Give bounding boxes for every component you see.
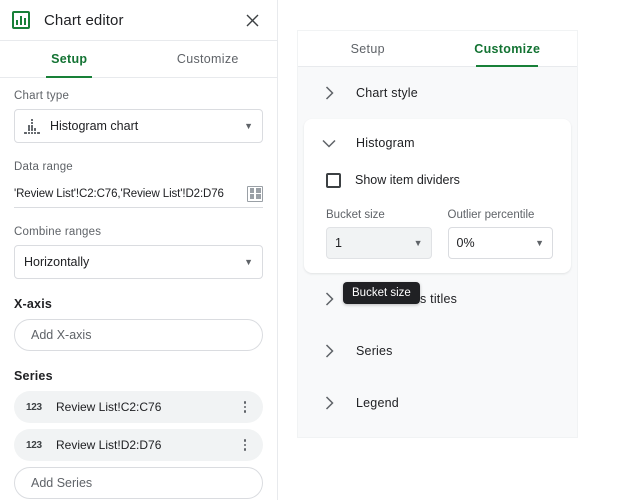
section-histogram-header[interactable]: Histogram — [304, 119, 571, 167]
outlier-percentile-value: 0% — [456, 236, 475, 250]
bar-chart-icon — [12, 11, 30, 29]
right-tab-setup-label: Setup — [350, 41, 385, 56]
chevron-down-icon: ▼ — [244, 121, 253, 131]
bucket-size-label: Bucket size — [326, 209, 385, 221]
left-panel-tabs: Setup Customize — [0, 40, 277, 78]
chevron-down-icon — [320, 139, 338, 148]
histogram-icon — [24, 118, 40, 134]
add-x-axis-label: Add X-axis — [31, 328, 92, 342]
section-series-label: Series — [356, 344, 393, 358]
add-x-axis-button[interactable]: Add X-axis — [14, 319, 263, 351]
x-axis-heading: X-axis — [14, 297, 53, 311]
outlier-percentile-group: Outlier percentile 0% ▼ — [447, 209, 553, 259]
right-tab-customize-label: Customize — [474, 41, 541, 56]
section-chart-style[interactable]: Chart style — [298, 67, 577, 119]
section-chart-axis-titles[interactable]: Chart & axis titles — [298, 273, 577, 325]
right-tab-setup[interactable]: Setup — [298, 31, 438, 66]
chevron-down-icon: ▼ — [244, 257, 253, 267]
chart-type-select[interactable]: Histogram chart ▼ — [14, 109, 263, 143]
tab-customize-label: Customize — [176, 52, 239, 66]
right-panel-tabs: Setup Customize — [298, 31, 577, 67]
customize-panel: Setup Customize Chart style Histogram Sh… — [297, 30, 578, 438]
page-title: Chart editor — [44, 11, 124, 29]
series-item-label: Review List!C2:C76 — [56, 400, 162, 414]
chevron-down-icon: ▼ — [413, 238, 423, 248]
more-vert-icon[interactable] — [235, 435, 255, 455]
bucket-size-tooltip: Bucket size — [343, 282, 420, 304]
chart-editor-left-panel: Chart editor Setup Customize Chart type — [0, 0, 278, 500]
setup-form: Chart type Histogram chart ▼ Data range … — [0, 78, 277, 499]
right-tab-customize[interactable]: Customize — [438, 31, 578, 66]
histogram-options-row: Bucket size 1 ▼ Outlier percentile 0% ▼ — [304, 193, 571, 259]
add-series-label: Add Series — [31, 476, 93, 490]
chart-editor-screen: Chart editor Setup Customize Chart type — [0, 0, 628, 500]
number-type-icon: 123 — [26, 401, 42, 413]
section-legend-label: Legend — [356, 396, 399, 410]
outlier-percentile-select[interactable]: 0% ▼ — [447, 227, 553, 259]
series-item-label: Review List!D2:D76 — [56, 438, 162, 452]
section-chart-style-label: Chart style — [356, 86, 418, 100]
bucket-size-value: 1 — [335, 236, 342, 250]
combine-ranges-select[interactable]: Horizontally ▼ — [14, 245, 263, 279]
section-histogram-label: Histogram — [356, 136, 415, 150]
data-range-label: Data range — [14, 161, 73, 173]
bucket-size-group: Bucket size 1 ▼ — [326, 209, 432, 259]
tab-setup-label: Setup — [51, 52, 88, 66]
show-item-dividers-row[interactable]: Show item dividers — [304, 167, 571, 193]
combine-ranges-label: Combine ranges — [14, 226, 102, 238]
chevron-right-icon — [320, 292, 338, 306]
editor-header: Chart editor — [0, 0, 277, 40]
chevron-down-icon: ▼ — [535, 238, 544, 248]
bucket-size-select[interactable]: 1 ▼ — [326, 227, 432, 259]
data-range-value: 'Review List'!C2:C76,'Review List'!D2:D7… — [14, 187, 224, 200]
more-vert-icon[interactable] — [235, 397, 255, 417]
tab-setup[interactable]: Setup — [0, 41, 139, 77]
chart-type-label: Chart type — [14, 90, 70, 102]
tab-customize[interactable]: Customize — [139, 41, 278, 77]
section-series[interactable]: Series — [298, 325, 577, 377]
show-item-dividers-label: Show item dividers — [355, 173, 460, 187]
show-item-dividers-checkbox[interactable] — [326, 172, 341, 188]
close-icon — [246, 14, 258, 26]
outlier-percentile-label: Outlier percentile — [447, 209, 535, 221]
grid-select-icon[interactable] — [247, 185, 263, 202]
series-item[interactable]: 123 Review List!D2:D76 — [14, 429, 263, 461]
chart-type-value: Histogram chart — [50, 119, 139, 133]
series-item[interactable]: 123 Review List!C2:C76 — [14, 391, 263, 423]
data-range-field[interactable]: 'Review List'!C2:C76,'Review List'!D2:D7… — [14, 180, 263, 208]
chevron-right-icon — [320, 396, 338, 410]
add-series-button[interactable]: Add Series — [14, 467, 263, 499]
series-heading: Series — [14, 369, 53, 383]
number-type-icon: 123 — [26, 439, 42, 451]
combine-ranges-value: Horizontally — [24, 255, 90, 269]
close-button[interactable] — [239, 7, 265, 33]
section-histogram-card: Histogram Show item dividers Bucket size… — [304, 119, 571, 273]
chevron-right-icon — [320, 86, 338, 100]
chevron-right-icon — [320, 344, 338, 358]
section-legend[interactable]: Legend — [298, 377, 577, 429]
